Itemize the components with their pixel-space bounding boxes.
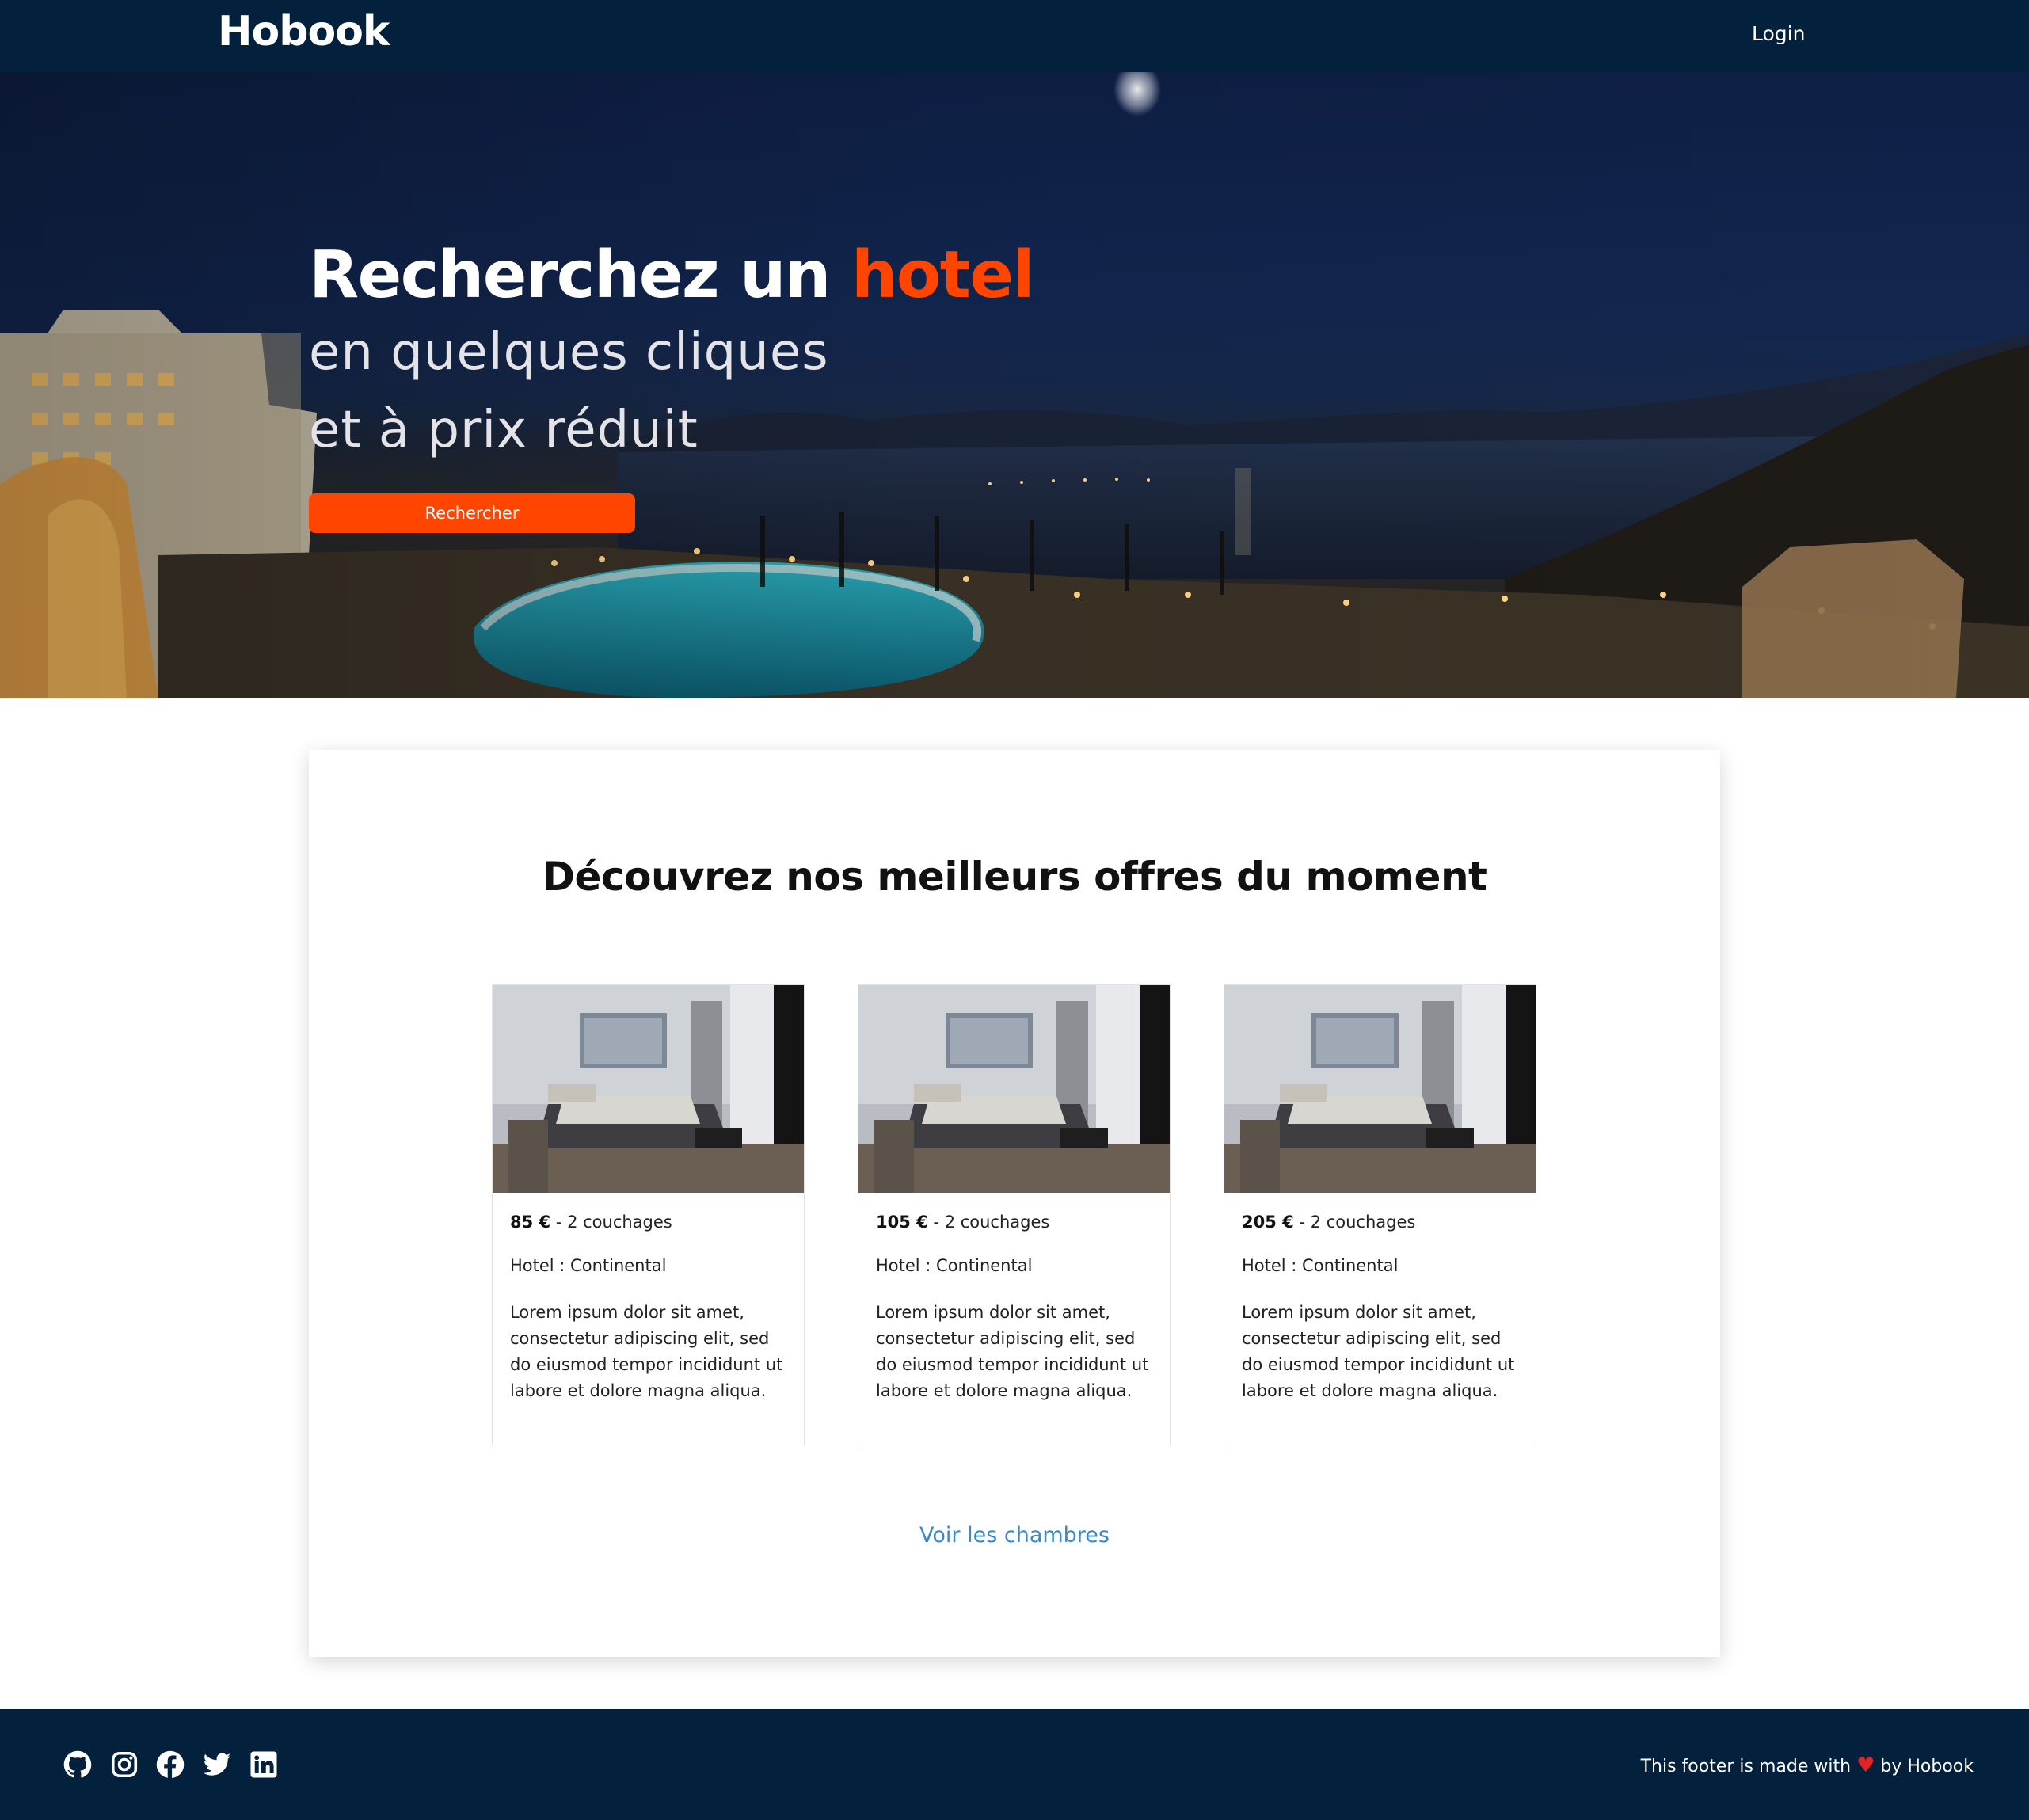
hero-title-accent: hotel [851, 238, 1035, 313]
room-price-line: 205 € - 2 couchages [1242, 1213, 1415, 1232]
room-card[interactable]: 205 € - 2 couchages Hotel : Continental … [1224, 984, 1536, 1445]
room-price: 105 € [876, 1213, 928, 1232]
room-image [1224, 985, 1536, 1193]
room-beds: - 2 couchages [1293, 1213, 1416, 1232]
hero-banner: Recherchez un hotel en quelques cliques … [0, 72, 2029, 698]
facebook-icon[interactable] [156, 1750, 185, 1779]
heart-icon: ♥ [1856, 1753, 1875, 1777]
hero-title-main: Recherchez un [309, 238, 851, 313]
room-description: Lorem ipsum dolor sit amet, consectetur … [510, 1303, 783, 1400]
room-description: Lorem ipsum dolor sit amet, consectetur … [1242, 1303, 1515, 1400]
room-price: 205 € [1242, 1213, 1294, 1232]
hero-background-image [0, 72, 2029, 698]
hero-title: Recherchez un hotel [309, 238, 1035, 313]
footer-text-after: by Hobook [1875, 1757, 1974, 1776]
twitter-icon[interactable] [203, 1750, 231, 1779]
room-description: Lorem ipsum dolor sit amet, consectetur … [876, 1303, 1149, 1400]
room-price: 85 € [510, 1213, 551, 1232]
offers-title: Découvrez nos meilleurs offres du moment [542, 854, 1487, 900]
brand-logo[interactable]: Hobook [218, 8, 390, 55]
room-price-line: 85 € - 2 couchages [510, 1213, 672, 1232]
room-card[interactable]: 105 € - 2 couchages Hotel : Continental … [858, 984, 1171, 1445]
login-link[interactable]: Login [1752, 22, 1805, 45]
room-hotel: Hotel : Continental [1242, 1256, 1399, 1275]
room-price-line: 105 € - 2 couchages [876, 1213, 1049, 1232]
github-icon[interactable] [63, 1750, 92, 1779]
hero-subtitle-line2: et à prix réduit [309, 401, 699, 459]
linkedin-icon[interactable] [249, 1750, 278, 1779]
navbar: Hobook Login [0, 0, 2029, 72]
room-hotel: Hotel : Continental [876, 1256, 1033, 1275]
footer-credit: This footer is made with ♥ by Hobook [1641, 1753, 1974, 1777]
search-button[interactable]: Rechercher [309, 493, 635, 533]
room-image [493, 985, 804, 1193]
see-rooms-link[interactable]: Voir les chambres [309, 1523, 1720, 1548]
hero-subtitle-line1: en quelques cliques [309, 323, 829, 382]
footer: This footer is made with ♥ by Hobook [0, 1709, 2029, 1820]
room-beds: - 2 couchages [550, 1213, 672, 1232]
room-beds: - 2 couchages [927, 1213, 1050, 1232]
room-image [858, 985, 1170, 1193]
footer-text-before: This footer is made with [1640, 1757, 1857, 1776]
instagram-icon[interactable] [110, 1750, 139, 1779]
offers-section: Découvrez nos meilleurs offres du moment… [309, 750, 1720, 1657]
room-hotel: Hotel : Continental [510, 1256, 667, 1275]
room-card[interactable]: 85 € - 2 couchages Hotel : Continental L… [492, 984, 805, 1445]
